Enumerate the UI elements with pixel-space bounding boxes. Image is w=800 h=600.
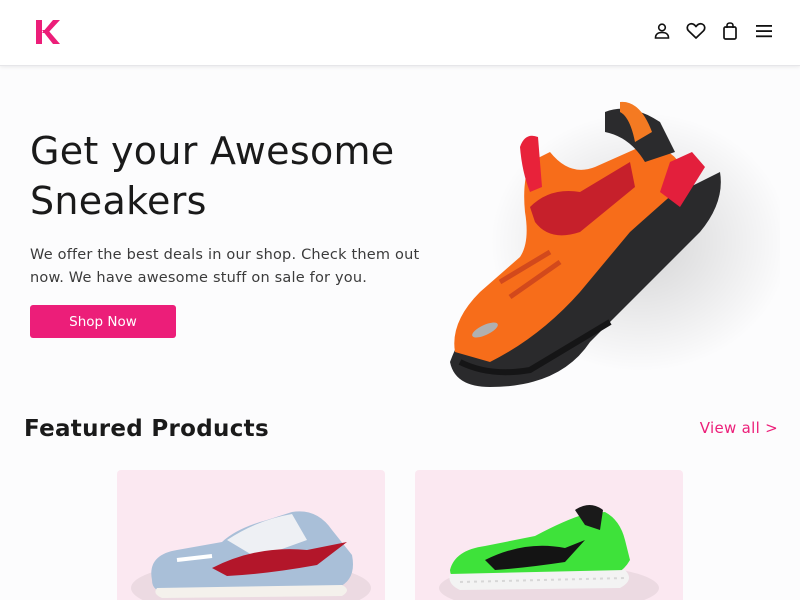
blue-red-low-sneaker-image [131,511,371,600]
hero-title-line1: Get your Awesome [30,129,395,173]
product-card[interactable] [117,470,385,600]
heart-icon[interactable] [686,20,706,42]
shopping-bag-icon[interactable] [720,20,740,42]
green-tennis-sneaker-image [439,505,659,600]
logo-k-icon [36,20,60,44]
hero-title: Get your Awesome Sneakers [30,126,450,226]
product-card[interactable] [415,470,683,600]
hero-title-line2: Sneakers [30,179,207,223]
brand-logo[interactable] [34,18,62,46]
header-icon-group [652,20,774,42]
hero-description: We offer the best deals in our shop. Che… [30,247,420,286]
user-icon[interactable] [652,20,672,42]
view-all-link[interactable]: View all > [700,419,778,437]
site-header [0,0,800,66]
orange-sneaker-image [450,101,780,387]
shop-now-button[interactable]: Shop Now [30,305,176,338]
featured-products-title: Featured Products [24,416,269,442]
menu-icon[interactable] [754,20,774,42]
